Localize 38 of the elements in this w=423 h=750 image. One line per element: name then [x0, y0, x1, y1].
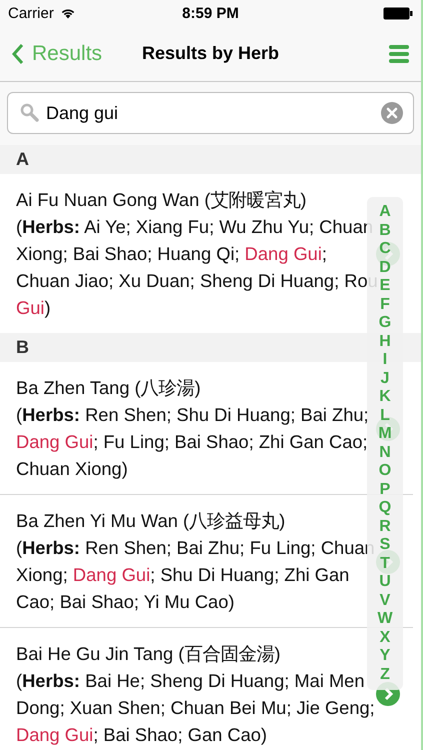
index-letter[interactable]: H — [379, 332, 391, 351]
search-icon — [20, 103, 40, 123]
index-letter[interactable]: R — [379, 518, 391, 536]
index-letter[interactable]: K — [379, 388, 391, 406]
index-letter[interactable]: J — [380, 370, 390, 388]
index-letter[interactable]: U — [379, 573, 391, 592]
index-letter[interactable]: X — [380, 628, 390, 647]
index-letter[interactable]: D — [379, 258, 391, 277]
clock: 8:59 PM — [182, 4, 239, 22]
section-header: B — [16, 337, 29, 357]
index-letter[interactable]: G — [378, 314, 392, 332]
index-letter[interactable]: B — [379, 222, 391, 240]
herb-list: (Herbs: Ren Shen; Bai Zhu; Fu Ling; Chuan Xiong; Dang Gui; Shu Di Huang; Zhi Gan Cao; Bai Shao; Yi Mu Cao) — [16, 534, 376, 615]
index-letter[interactable]: F — [380, 296, 390, 314]
index-letter[interactable]: E — [380, 277, 390, 296]
back-icon — [12, 42, 24, 64]
index-letter[interactable]: S — [380, 536, 390, 554]
menu-icon[interactable] — [389, 44, 409, 62]
index-letter[interactable]: N — [379, 444, 391, 462]
index-letter[interactable]: P — [380, 480, 390, 499]
wifi-icon — [60, 7, 76, 19]
index-letter[interactable]: W — [377, 610, 393, 628]
search-bar[interactable]: Dang gui — [7, 92, 414, 134]
index-letter[interactable]: M — [378, 425, 392, 444]
index-letter[interactable]: O — [378, 462, 392, 480]
index-letter[interactable]: Q — [378, 499, 392, 518]
screen-title: Results by Herb — [142, 43, 280, 63]
index-letter[interactable]: A — [379, 203, 391, 222]
carrier-label: Carrier — [8, 4, 54, 22]
index-letter[interactable]: V — [380, 592, 390, 610]
index-letter[interactable]: L — [380, 406, 390, 425]
index-letter[interactable]: Y — [380, 647, 390, 666]
battery-icon — [383, 6, 413, 20]
back-button[interactable]: Results — [12, 42, 102, 66]
section-header: A — [16, 149, 29, 169]
clear-icon[interactable] — [381, 102, 403, 124]
index-letter[interactable]: I — [382, 351, 388, 370]
herb-list: (Herbs: Ren Shen; Shu Di Huang; Bai Zhu; Dang Gui; Fu Ling; Bai Shao; Zhi Gan Cao; Chuan Xiong) — [16, 401, 376, 482]
